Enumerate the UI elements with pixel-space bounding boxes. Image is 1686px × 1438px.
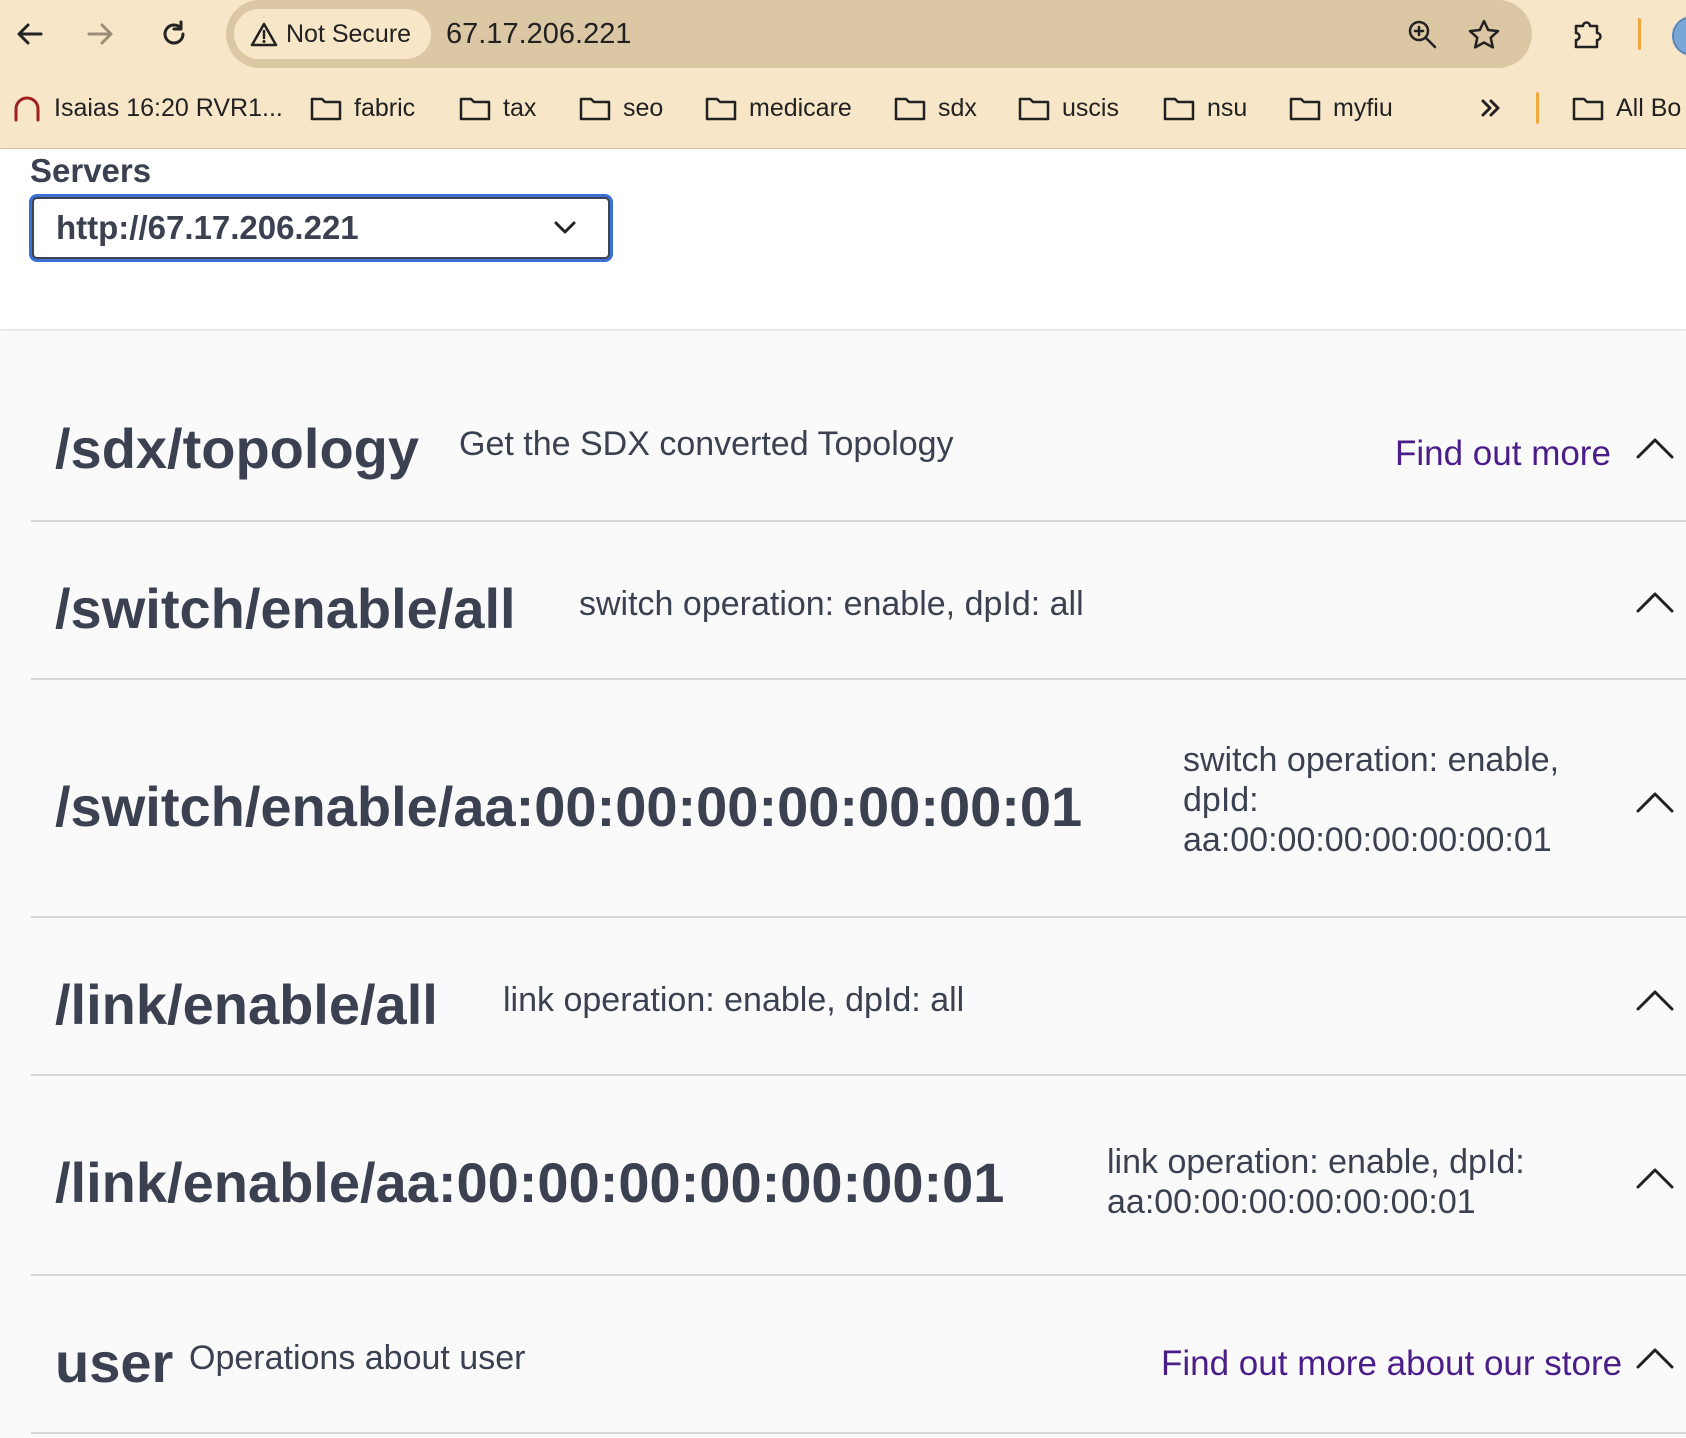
tag-section-switch-enable-dpid[interactable]: /switch/enable/aa:00:00:00:00:00:00:01 s… <box>31 678 1686 918</box>
bookmark-label: tax <box>503 93 537 122</box>
tag-section-link-enable-dpid[interactable]: /link/enable/aa:00:00:00:00:00:00:01 lin… <box>31 1074 1686 1276</box>
bookmarks-divider <box>1536 92 1539 124</box>
bookmark-label: All Bo <box>1616 93 1682 122</box>
tag-section-switch-enable-all[interactable]: /switch/enable/all switch operation: ena… <box>31 520 1686 680</box>
chevron-up-icon[interactable] <box>1635 436 1675 460</box>
browser-toolbar: Not Secure 67.17.206.221 Isaias 16:20 RV… <box>0 0 1686 149</box>
bookmark-label: nsu <box>1207 93 1248 122</box>
tag-path[interactable]: user <box>55 1330 173 1395</box>
warning-triangle-icon <box>250 22 278 47</box>
tag-path[interactable]: /switch/enable/all <box>55 576 516 641</box>
folder-icon <box>1289 97 1321 121</box>
toolbar-divider <box>1638 18 1641 50</box>
tag-description-line: aa:00:00:00:00:00:00:01 <box>1183 821 1552 859</box>
bookmarks-overflow-button[interactable] <box>1478 86 1504 130</box>
arrow-right-icon <box>87 23 113 45</box>
bookmark-label: uscis <box>1062 93 1119 122</box>
tag-path[interactable]: /sdx/topology <box>55 416 419 481</box>
puzzle-icon <box>1574 21 1602 49</box>
tag-description-line: link operation: enable, dpId: <box>1107 1143 1525 1181</box>
chevron-up-icon[interactable] <box>1635 988 1675 1012</box>
find-out-more-store-link[interactable]: Find out more about our store <box>1161 1344 1622 1384</box>
tag-section-sdx-topology[interactable]: /sdx/topology Get the SDX converted Topo… <box>31 380 1686 522</box>
servers-label: Servers <box>30 152 152 189</box>
tag-path[interactable]: /link/enable/aa:00:00:00:00:00:00:01 <box>55 1150 1004 1215</box>
bookmark-label: fabric <box>354 93 416 122</box>
bookmark-sdx[interactable]: sdx <box>894 86 977 130</box>
tag-description-line: aa:00:00:00:00:00:00:01 <box>1107 1183 1476 1221</box>
bookmark-isaias[interactable]: Isaias 16:20 RVR1... <box>12 86 283 130</box>
bookmark-fabric[interactable]: fabric <box>310 86 415 130</box>
bookmark-label: Isaias 16:20 RVR1... <box>54 93 283 122</box>
profile-avatar[interactable] <box>1672 16 1686 56</box>
bookmark-label: myfiu <box>1333 93 1393 122</box>
folder-icon <box>894 97 926 121</box>
servers-select[interactable]: http://67.17.206.221 <box>29 194 613 262</box>
bookmark-all-bookmarks[interactable]: All Bo <box>1572 86 1681 130</box>
chevron-up-icon[interactable] <box>1635 790 1675 814</box>
chevron-up-icon[interactable] <box>1635 590 1675 614</box>
bookmark-label: seo <box>623 93 664 122</box>
bookmark-nsu[interactable]: nsu <box>1163 86 1247 130</box>
zoom-icon <box>1408 20 1437 49</box>
tag-section-link-enable-all[interactable]: /link/enable/all link operation: enable,… <box>31 916 1686 1076</box>
reload-icon <box>163 20 185 45</box>
folder-icon <box>579 97 611 121</box>
folder-icon <box>459 97 491 121</box>
reload-button[interactable] <box>154 14 194 54</box>
tag-description: Get the SDX converted Topology <box>459 425 954 463</box>
tag-path[interactable]: /switch/enable/aa:00:00:00:00:00:00:01 <box>55 774 1082 839</box>
bookmark-medicare[interactable]: medicare <box>705 86 852 130</box>
tag-description-line: switch operation: enable, <box>1183 741 1560 779</box>
bookmark-seo[interactable]: seo <box>579 86 663 130</box>
back-button[interactable] <box>10 14 50 54</box>
extensions-button[interactable] <box>1568 14 1608 54</box>
folder-icon <box>1572 97 1604 121</box>
arrow-left-icon <box>17 23 43 45</box>
star-icon <box>1468 19 1500 49</box>
tag-description: link operation: enable, dpId: aa:00:00:0… <box>1107 1142 1525 1222</box>
tag-description: Operations about user <box>189 1339 526 1377</box>
folder-icon <box>310 97 342 121</box>
address-bar[interactable]: Not Secure 67.17.206.221 <box>226 0 1532 68</box>
tag-description-line: dpId: <box>1183 781 1259 819</box>
tag-description: switch operation: enable, dpId: aa:00:00… <box>1183 740 1559 860</box>
chevron-up-icon[interactable] <box>1635 1166 1675 1190</box>
security-chip[interactable]: Not Secure <box>234 9 432 59</box>
find-out-more-link[interactable]: Find out more <box>1395 434 1611 474</box>
bookmark-label: sdx <box>938 93 977 122</box>
bookmark-star-button[interactable] <box>1464 14 1504 54</box>
double-chevron-right-icon <box>1481 99 1500 117</box>
bookmark-label: medicare <box>749 93 852 122</box>
forward-button[interactable] <box>80 14 120 54</box>
servers-select-value: http://67.17.206.221 <box>56 209 359 246</box>
folder-icon <box>1163 97 1195 121</box>
folder-icon <box>1018 97 1050 121</box>
bookmark-uscis[interactable]: uscis <box>1018 86 1119 130</box>
chevron-up-icon[interactable] <box>1635 1346 1675 1370</box>
zoom-button[interactable] <box>1402 14 1442 54</box>
url-text[interactable]: 67.17.206.221 <box>446 0 631 68</box>
bookmark-myfiu[interactable]: myfiu <box>1289 86 1393 130</box>
security-label: Not Secure <box>286 19 412 48</box>
tag-description: switch operation: enable, dpId: all <box>579 585 1084 623</box>
folder-icon <box>705 97 737 121</box>
tag-path[interactable]: /link/enable/all <box>55 972 438 1037</box>
bookmark-tax[interactable]: tax <box>459 86 536 130</box>
tag-description: link operation: enable, dpId: all <box>503 981 965 1019</box>
headphones-icon <box>14 96 40 122</box>
tag-section-user[interactable]: user Operations about user Find out more… <box>31 1274 1686 1434</box>
chevron-down-icon <box>554 221 576 234</box>
